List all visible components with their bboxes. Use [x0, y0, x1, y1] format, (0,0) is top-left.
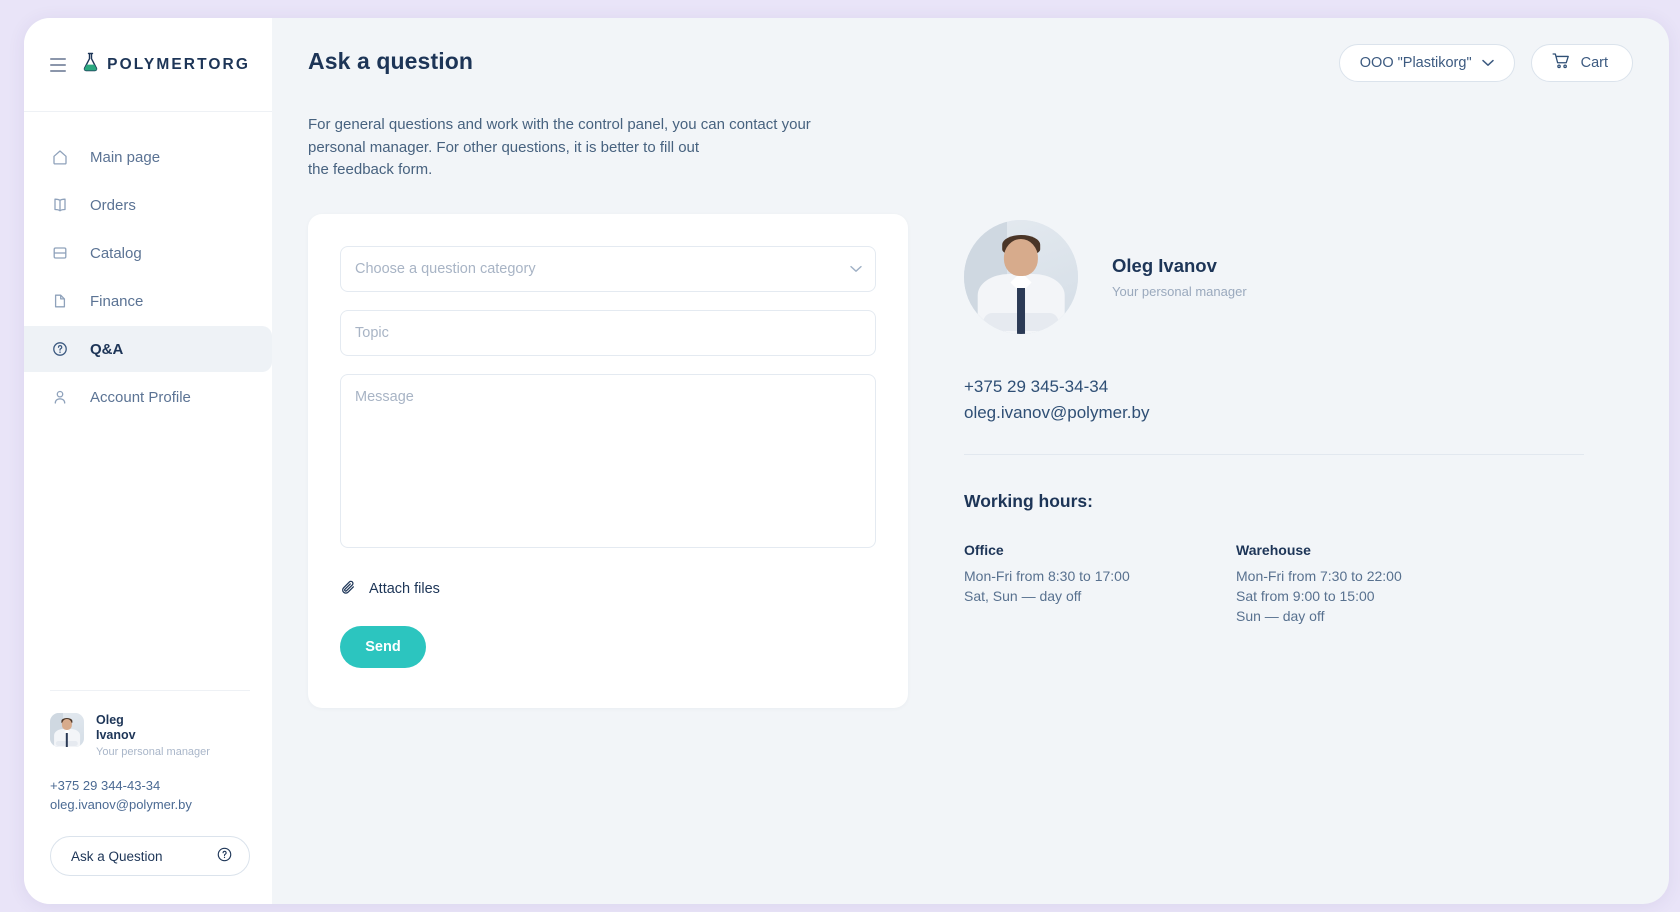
manager-first-name: Oleg: [96, 713, 124, 727]
avatar: [50, 713, 84, 747]
working-hours-location-name: Office: [964, 541, 1004, 558]
chevron-down-icon: [1481, 55, 1494, 71]
sidebar-item-label: Main page: [90, 148, 161, 166]
sidebar-item-finance[interactable]: Finance: [24, 278, 272, 324]
book-icon: [50, 195, 70, 215]
sidebar-item-label: Q&A: [90, 340, 124, 358]
home-icon: [50, 147, 70, 167]
working-hours-line: Sun — day off: [1236, 607, 1325, 624]
intro-line-1: For general questions and work with the …: [308, 116, 811, 133]
message-textarea[interactable]: [340, 373, 876, 548]
sidebar-item-account-profile[interactable]: Account Profile: [24, 374, 272, 420]
ask-a-question-label: Ask a Question: [71, 848, 163, 864]
sidebar-item-label: Account Profile: [90, 388, 191, 406]
manager-info-panel: Oleg Ivanov Your personal manager +375 2…: [964, 214, 1584, 708]
avatar: [964, 219, 1078, 334]
ask-a-question-button[interactable]: Ask a Question: [50, 836, 250, 876]
category-select-wrapper: Choose a question category: [340, 245, 876, 292]
divider: [50, 690, 250, 691]
page-header: Ask a question OOO "Plastikorg" Cart: [308, 44, 1633, 82]
question-circle-icon: [50, 339, 70, 359]
attach-files-label: Attach files: [369, 581, 440, 597]
sidebar-item-catalog[interactable]: Catalog: [24, 230, 272, 276]
sidebar-manager-card[interactable]: Oleg Ivanov Your personal manager: [50, 713, 250, 758]
working-hours-warehouse: Warehouse Mon-Fri from 7:30 to 22:00 Sat…: [1236, 542, 1508, 626]
company-selector-label: OOO "Plastikorg": [1359, 55, 1472, 71]
sidebar-item-qa[interactable]: Q&A: [24, 326, 272, 372]
cart-button[interactable]: Cart: [1530, 44, 1633, 82]
intro-line-2: personal manager. For other questions, i…: [308, 138, 700, 156]
manager-last-name: Ivanov: [96, 728, 136, 742]
manager-role: Your personal manager: [1112, 283, 1247, 299]
manager-name: Oleg Ivanov: [1112, 254, 1217, 276]
working-hours-location-name: Warehouse: [1236, 541, 1311, 558]
content-area: Choose a question category Attach files: [308, 213, 1633, 708]
manager-contacts: +375 29 345-34-34 oleg.ivanov@polymer.by: [964, 374, 1584, 426]
cart-icon: [1552, 52, 1571, 74]
manager-email[interactable]: oleg.ivanov@polymer.by: [964, 400, 1584, 426]
manager-phone[interactable]: +375 29 344-43-34: [50, 776, 250, 795]
divider: [964, 453, 1584, 455]
sidebar-item-label: Finance: [90, 292, 144, 310]
working-hours-line: Sat, Sun — day off: [964, 587, 1082, 604]
brand-logo[interactable]: POLYMERTORG: [82, 52, 250, 77]
sidebar-item-main-page[interactable]: Main page: [24, 134, 272, 180]
sidebar: POLYMERTORG Main page Orders Catalog Fin…: [24, 18, 272, 904]
manager-email[interactable]: oleg.ivanov@polymer.by: [50, 795, 250, 814]
company-selector[interactable]: OOO "Plastikorg": [1338, 44, 1515, 82]
document-icon: [50, 291, 70, 311]
page-title: Ask a question: [308, 48, 473, 74]
flask-icon: [82, 52, 99, 77]
sidebar-manager-block: Oleg Ivanov Your personal manager +375 2…: [24, 690, 272, 904]
header-actions: OOO "Plastikorg" Cart: [1338, 44, 1633, 82]
sidebar-item-orders[interactable]: Orders: [24, 182, 272, 228]
working-hours-grid: Office Mon-Fri from 8:30 to 17:00 Sat, S…: [964, 542, 1584, 626]
sidebar-item-label: Catalog: [90, 244, 142, 262]
working-hours-line: Mon-Fri from 7:30 to 22:00: [1236, 567, 1402, 584]
hamburger-icon[interactable]: [50, 57, 67, 72]
app-window: POLYMERTORG Main page Orders Catalog Fin…: [24, 18, 1669, 904]
cart-label: Cart: [1580, 55, 1608, 71]
user-icon: [50, 387, 70, 407]
sidebar-manager-contacts: +375 29 344-43-34 oleg.ivanov@polymer.by: [50, 776, 250, 814]
desktop-background: POLYMERTORG Main page Orders Catalog Fin…: [0, 0, 1680, 912]
brand-name: POLYMERTORG: [107, 55, 250, 73]
manager-header: Oleg Ivanov Your personal manager: [964, 219, 1584, 334]
main-content: Ask a question OOO "Plastikorg" Cart For…: [272, 18, 1669, 904]
catalog-icon: [50, 243, 70, 263]
question-form-card: Choose a question category Attach files: [308, 213, 908, 708]
paperclip-icon: [340, 579, 357, 600]
send-button[interactable]: Send: [340, 625, 426, 668]
working-hours-title: Working hours:: [964, 490, 1093, 511]
attach-files-button[interactable]: Attach files: [340, 579, 440, 600]
working-hours-line: Sat from 9:00 to 15:00: [1236, 587, 1375, 604]
working-hours-office: Office Mon-Fri from 8:30 to 17:00 Sat, S…: [964, 542, 1236, 626]
sidebar-nav: Main page Orders Catalog Finance Q&A Acc…: [24, 112, 272, 422]
intro-text: For general questions and work with the …: [308, 114, 908, 182]
intro-line-3: the feedback form.: [308, 161, 433, 178]
sidebar-item-label: Orders: [90, 196, 136, 214]
sidebar-header: POLYMERTORG: [24, 18, 272, 112]
manager-role: Your personal manager: [96, 746, 210, 758]
topic-input[interactable]: [340, 309, 876, 356]
question-circle-icon: [216, 846, 233, 866]
manager-phone[interactable]: +375 29 345-34-34: [964, 374, 1584, 400]
working-hours-line: Mon-Fri from 8:30 to 17:00: [964, 567, 1130, 584]
question-category-select[interactable]: Choose a question category: [340, 245, 876, 292]
